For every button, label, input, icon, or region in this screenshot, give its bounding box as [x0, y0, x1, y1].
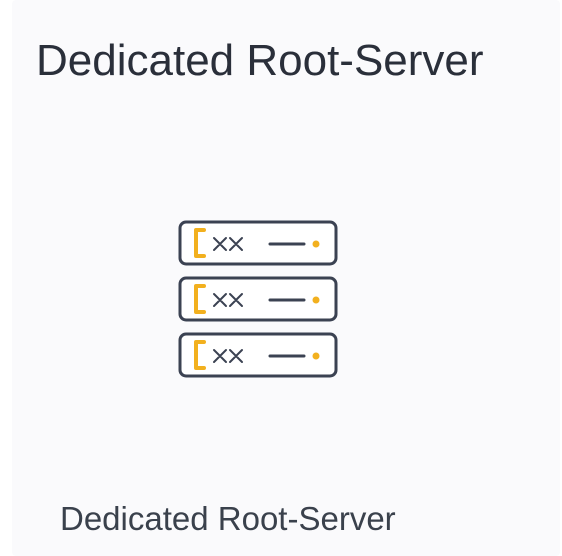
card-caption[interactable]: Dedicated Root-Server: [60, 500, 396, 538]
server-unit: [178, 332, 338, 378]
server-unit: [178, 276, 338, 322]
server-rack-icon: [178, 218, 340, 380]
card-title: Dedicated Root-Server: [36, 36, 484, 85]
product-card[interactable]: Dedicated Root-Server Dedicated Root-Ser…: [12, 0, 560, 556]
server-unit: [178, 220, 338, 266]
